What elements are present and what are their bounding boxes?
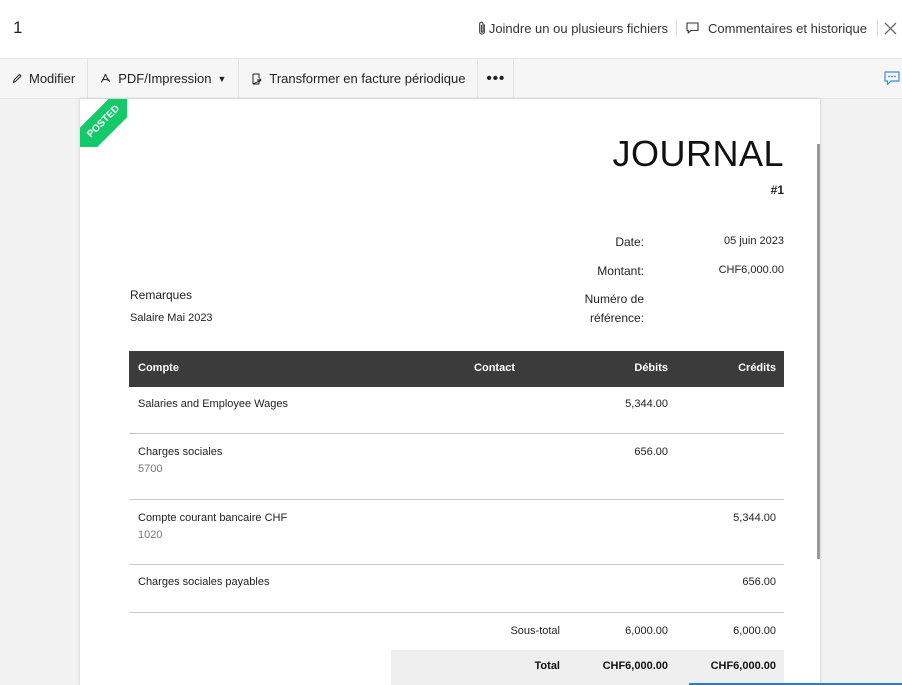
edit-button[interactable]: Modifier [0, 59, 89, 98]
row-account: Charges sociales [138, 446, 223, 458]
subtotal-label: Sous-total [510, 625, 560, 637]
reference-label-cont: référence: [589, 311, 644, 325]
more-actions-button[interactable]: ••• [478, 59, 515, 98]
comments-history-label: Commentaires et historique [708, 20, 867, 36]
status-ribbon: POSTED [80, 99, 127, 147]
total-row: Total CHF6,000.00 CHF6,000.00 [391, 650, 784, 685]
attach-files-button[interactable]: Joindre un ou plusieurs fichiers [477, 21, 676, 36]
row-account: Salaries and Employee Wages [138, 398, 289, 410]
comment-icon [686, 22, 699, 34]
top-actions: Joindre un ou plusieurs fichiers Comment… [477, 16, 902, 40]
row-account: Charges sociales payables [138, 576, 270, 588]
row-credit: 656.00 [742, 576, 776, 588]
top-bar: 1 Joindre un ou plusieurs fichiers Comme… [0, 0, 902, 58]
remarks-value: Salaire Mai 2023 [130, 312, 213, 324]
table-row: Charges sociales 5700 656.00 [129, 434, 784, 500]
more-icon: ••• [486, 70, 506, 87]
document-number: #1 [770, 183, 784, 197]
document-canvas[interactable]: POSTED JOURNAL #1 Date: 05 juin 2023 Mon… [0, 99, 902, 685]
pdf-icon [100, 73, 111, 83]
comments-history-button[interactable]: Commentaires et historique [677, 21, 877, 36]
remarks-label: Remarques [130, 288, 193, 302]
pdf-print-label: PDF/Impression [118, 71, 212, 86]
caret-down-icon: ▼ [217, 73, 227, 84]
table-row: Salaries and Employee Wages 5,344.00 [129, 387, 784, 434]
attach-files-label: Joindre un ou plusieurs fichiers [488, 20, 669, 36]
column-header-credits: Crédits [738, 362, 776, 374]
subtotal-row: Sous-total 6,000.00 6,000.00 [129, 609, 784, 645]
table-row: Compte courant bancaire CHF 1020 5,344.0… [129, 500, 784, 565]
row-account-code: 5700 [138, 463, 163, 475]
row-debit: 656.00 [634, 446, 668, 458]
row-account-code: 1020 [138, 529, 163, 541]
amount-label: Montant: [597, 264, 644, 278]
pencil-icon [12, 73, 22, 84]
close-button[interactable] [878, 16, 902, 40]
date-label: Date: [615, 235, 644, 249]
subtotal-credit: 6,000.00 [733, 625, 776, 637]
pdf-print-button[interactable]: PDF/Impression ▼ [88, 59, 240, 98]
document-title: JOURNAL [612, 133, 784, 174]
subtotal-debit: 6,000.00 [625, 625, 668, 637]
close-icon [884, 22, 896, 34]
chat-icon[interactable] [884, 71, 900, 86]
total-debit: CHF6,000.00 [602, 660, 668, 672]
reference-label: Numéro de [584, 292, 644, 306]
row-debit: 5,344.00 [625, 398, 668, 410]
edit-label: Modifier [29, 71, 76, 86]
recurring-invoice-icon [252, 73, 263, 84]
table-header: Compte Contact Débits Crédits [129, 351, 784, 387]
column-header-debits: Débits [634, 362, 668, 374]
journal-table: Compte Contact Débits Crédits Salaries a… [129, 351, 784, 613]
column-header-account: Compte [138, 362, 179, 374]
total-credit: CHF6,000.00 [710, 660, 776, 672]
status-ribbon-label: POSTED [80, 99, 127, 147]
row-credit: 5,344.00 [733, 512, 776, 524]
transform-recurring-invoice-button[interactable]: Transformer en facture périodique [239, 59, 479, 98]
row-account: Compte courant bancaire CHF [138, 512, 288, 524]
journal-document: POSTED JOURNAL #1 Date: 05 juin 2023 Mon… [80, 99, 820, 685]
date-value: 05 juin 2023 [724, 235, 784, 247]
column-header-contact: Contact [474, 362, 515, 374]
transform-recurring-invoice-label: Transformer en facture périodique [269, 71, 466, 86]
amount-value: CHF6,000.00 [718, 264, 784, 276]
paperclip-icon [478, 21, 485, 35]
scrollbar[interactable] [817, 144, 820, 559]
toolbar: Modifier PDF/Impression ▼ Transformer en… [0, 58, 902, 99]
page-title: 1 [13, 18, 23, 37]
total-label: Total [534, 660, 560, 672]
table-row: Charges sociales payables 656.00 [129, 565, 784, 613]
